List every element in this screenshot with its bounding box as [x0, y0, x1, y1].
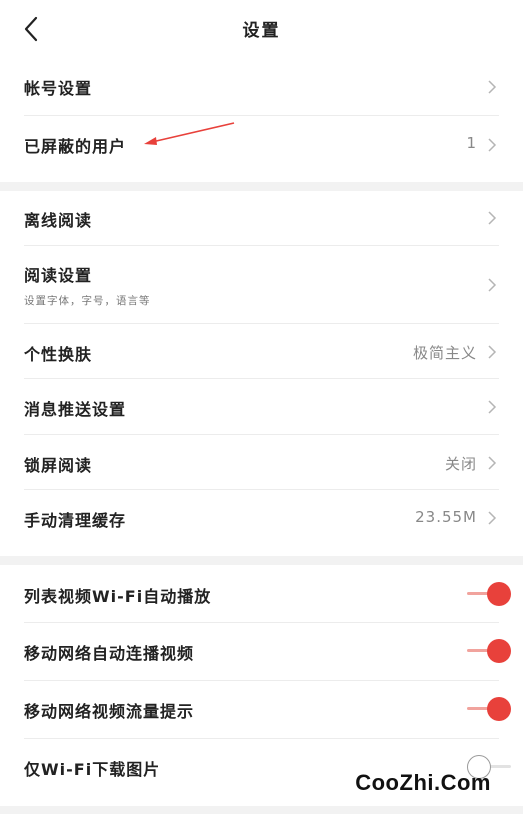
- annotation-arrow-icon: [144, 122, 235, 145]
- settings-row-lockscreen[interactable]: 锁屏阅读 关闭: [24, 435, 499, 490]
- cache-size-value: 23.55M: [415, 508, 477, 526]
- settings-row-reading-settings[interactable]: 阅读设置 设置字体，字号，语言等: [24, 246, 499, 324]
- watermark-text: CooZhi.Com: [355, 770, 491, 795]
- nav-bar: 设置: [0, 0, 523, 56]
- settings-row-account[interactable]: 帐号设置: [24, 58, 499, 116]
- row-label: 个性换肤: [24, 345, 93, 364]
- blocked-count: 1: [466, 134, 477, 152]
- row-sublabel: 设置字体，字号，语言等: [24, 295, 151, 307]
- row-label: 移动网络视频流量提示: [24, 702, 195, 721]
- settings-row-wifi-autoplay: 列表视频Wi-Fi自动播放: [24, 565, 511, 623]
- section-divider: [0, 182, 523, 191]
- settings-row-theme[interactable]: 个性换肤 极简主义: [24, 324, 499, 379]
- row-label: 离线阅读: [24, 211, 93, 230]
- settings-row-clear-cache[interactable]: 手动清理缓存 23.55M: [24, 490, 499, 550]
- mobile-autoplay-toggle[interactable]: [467, 637, 511, 665]
- chevron-right-icon: [488, 345, 497, 359]
- row-label: 移动网络自动连播视频: [24, 644, 195, 663]
- chevron-right-icon: [488, 511, 497, 525]
- section-divider: [0, 806, 523, 814]
- settings-row-push[interactable]: 消息推送设置: [24, 379, 499, 435]
- chevron-right-icon: [488, 456, 497, 470]
- chevron-right-icon: [488, 400, 497, 414]
- chevron-right-icon: [488, 211, 497, 225]
- chevron-right-icon: [488, 278, 497, 292]
- row-label: 消息推送设置: [24, 400, 127, 419]
- settings-row-offline-reading[interactable]: 离线阅读: [24, 191, 499, 246]
- row-label: 列表视频Wi-Fi自动播放: [24, 587, 212, 606]
- page-title: 设置: [242, 21, 281, 41]
- toggle-knob: [487, 582, 511, 606]
- wifi-autoplay-toggle[interactable]: [467, 580, 511, 608]
- section-divider: [0, 556, 523, 565]
- row-label: 阅读设置: [24, 266, 93, 285]
- toggle-knob: [487, 697, 511, 721]
- settings-row-blocked-users[interactable]: 已屏蔽的用户 1: [24, 116, 499, 176]
- row-label: 帐号设置: [24, 79, 93, 98]
- data-warning-toggle[interactable]: [467, 695, 511, 723]
- row-label: 手动清理缓存: [24, 511, 127, 530]
- toggle-knob: [487, 639, 511, 663]
- settings-row-mobile-autoplay: 移动网络自动连播视频: [24, 623, 511, 681]
- settings-row-data-warning: 移动网络视频流量提示: [24, 681, 511, 739]
- chevron-right-icon: [488, 80, 497, 94]
- row-label: 仅Wi-Fi下载图片: [24, 760, 161, 779]
- theme-value: 极简主义: [412, 344, 477, 362]
- lockscreen-value: 关闭: [444, 455, 477, 473]
- chevron-right-icon: [488, 138, 497, 152]
- row-label: 已屏蔽的用户: [24, 137, 127, 156]
- row-label: 锁屏阅读: [24, 456, 93, 475]
